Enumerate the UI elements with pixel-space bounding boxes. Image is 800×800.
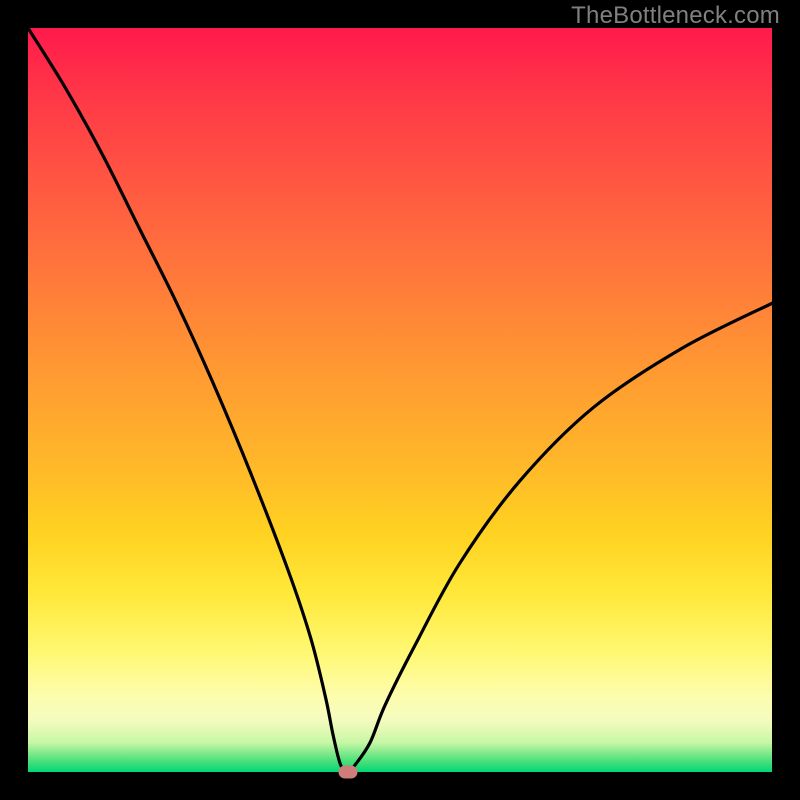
watermark-text: TheBottleneck.com (571, 2, 780, 30)
curve-path (28, 28, 772, 772)
optimal-point-marker (338, 766, 357, 779)
chart-frame: TheBottleneck.com (0, 0, 800, 800)
bottleneck-curve (28, 28, 772, 772)
plot-area (28, 28, 772, 772)
